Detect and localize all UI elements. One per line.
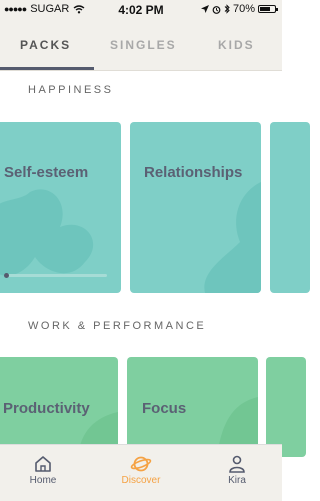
tab-kids[interactable]: KIDS (218, 38, 255, 52)
section-title-happiness: HAPPINESS (28, 84, 114, 96)
pack-card-partial[interactable] (270, 122, 310, 293)
profile-icon (229, 455, 245, 473)
pack-progress-indicator (4, 273, 9, 278)
pack-card-self-esteem[interactable]: Self-esteem (0, 122, 121, 293)
nav-profile[interactable]: Kira (207, 455, 267, 486)
nav-discover[interactable]: Discover (111, 455, 171, 486)
pack-card-focus[interactable]: Focus (127, 357, 258, 457)
bluetooth-icon (224, 4, 230, 14)
alarm-icon (212, 5, 221, 14)
card-title: Relationships (144, 164, 243, 181)
status-right: 70% (200, 3, 278, 15)
battery-icon (258, 5, 278, 13)
pack-card-productivity[interactable]: Productivity (0, 357, 118, 457)
nav-discover-label: Discover (121, 475, 161, 486)
battery-fill (260, 7, 270, 11)
nav-profile-label: Kira (228, 475, 246, 486)
status-bar: ●●●●● SUGAR 4:02 PM 70% (0, 0, 282, 20)
card-blob-shape (0, 189, 94, 276)
card-title: Productivity (3, 400, 90, 417)
section-title-work-performance: WORK & PERFORMANCE (28, 320, 207, 332)
pack-card-partial[interactable] (266, 357, 306, 457)
card-title: Focus (142, 400, 187, 417)
battery-percent: 70% (232, 3, 255, 15)
card-blob-shape (204, 182, 261, 293)
tab-singles[interactable]: SINGLES (110, 38, 177, 52)
nav-home[interactable]: Home (13, 455, 73, 486)
tab-packs[interactable]: PACKS (20, 38, 71, 52)
home-icon (35, 456, 51, 472)
category-tabs: PACKS SINGLES KIDS (0, 20, 282, 71)
discover-icon (130, 456, 152, 472)
card-title: Self-esteem (4, 164, 89, 181)
location-icon (200, 5, 209, 13)
active-tab-indicator (0, 67, 94, 70)
bottom-nav: Home Discover Kira (0, 444, 282, 501)
pack-card-relationships[interactable]: Relationships (130, 122, 261, 293)
nav-home-label: Home (29, 475, 57, 486)
pack-progress-track (4, 274, 107, 277)
